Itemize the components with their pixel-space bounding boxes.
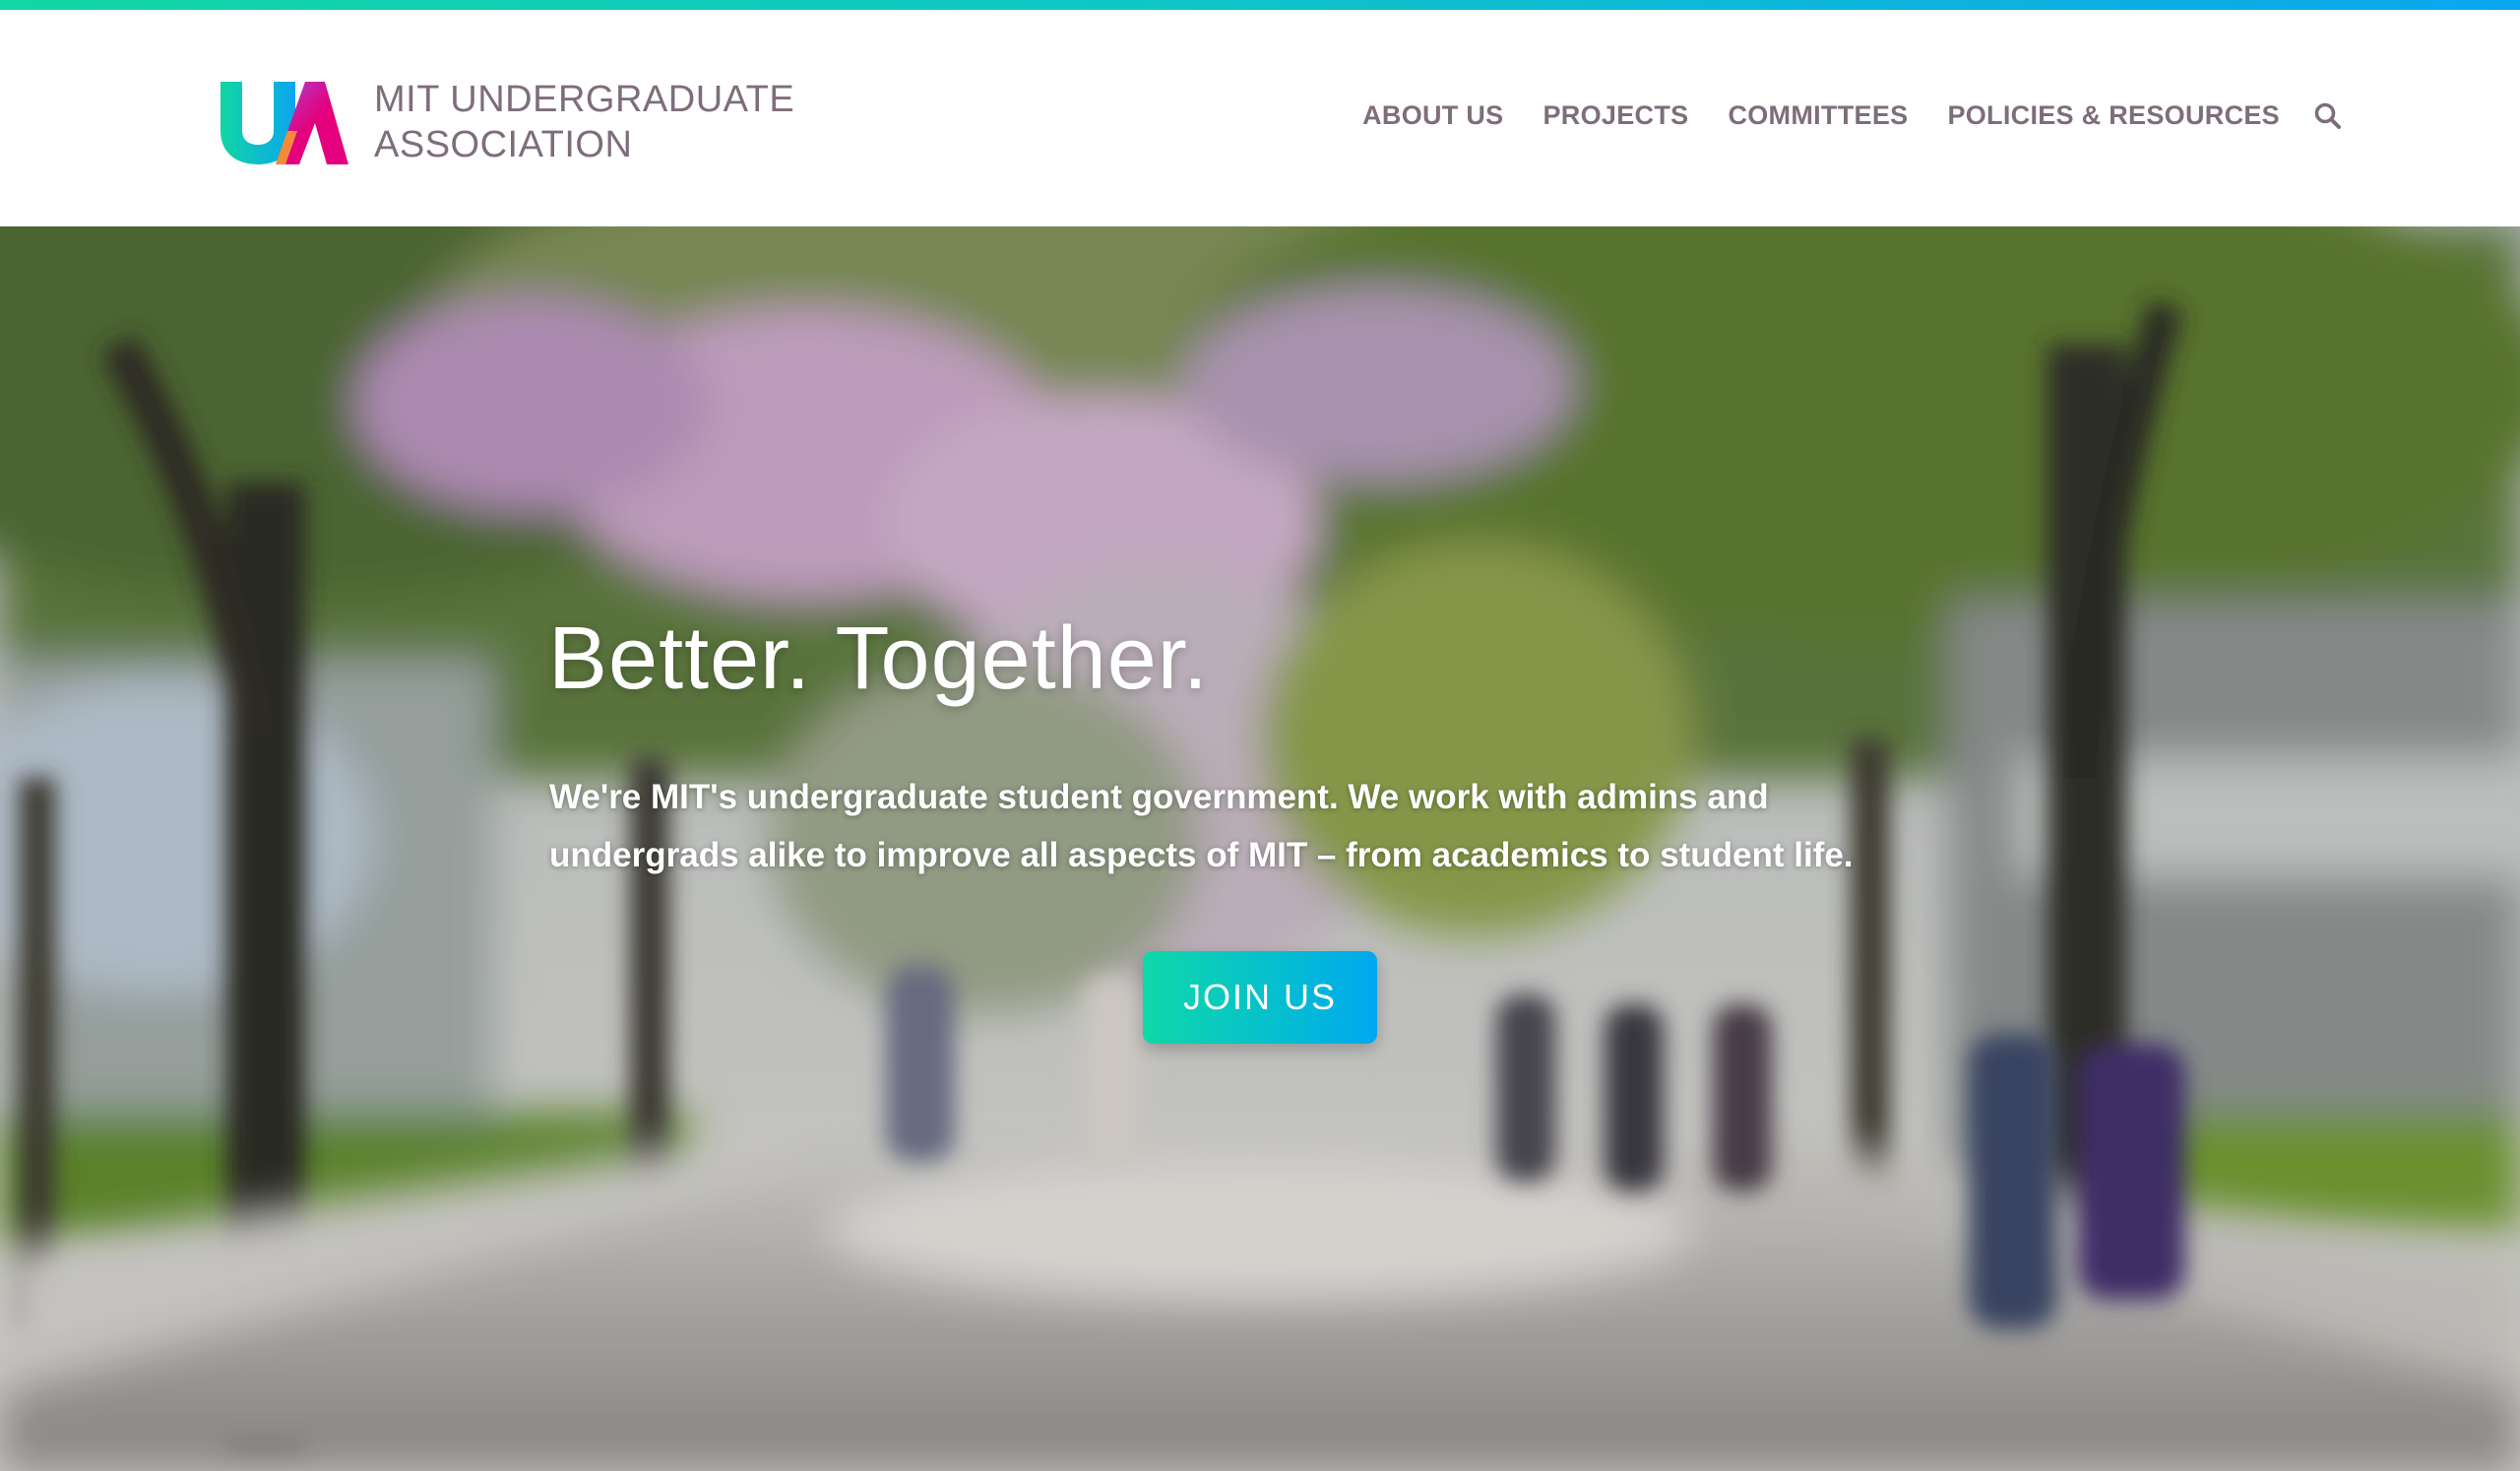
logo-line-1: MIT UNDERGRADUATE: [374, 79, 795, 120]
site-logo-link[interactable]: MIT UNDERGRADUATE ASSOCIATION: [219, 73, 794, 171]
search-icon: [2314, 102, 2341, 129]
hero-description: We're MIT's undergraduate student govern…: [549, 778, 1854, 874]
join-us-button[interactable]: JOIN US: [1143, 951, 1377, 1044]
logo-line-2: ASSOCIATION: [374, 124, 633, 165]
nav-item-committees[interactable]: COMMITTEES: [1728, 100, 1908, 131]
top-accent-bar: [0, 0, 2520, 10]
site-header: MIT UNDERGRADUATE ASSOCIATION ABOUT US P…: [0, 10, 2520, 226]
ua-logo-icon: [220, 82, 348, 164]
main-nav: ABOUT US PROJECTS COMMITTEES POLICIES & …: [1362, 100, 2343, 131]
logo-wordmark: MIT UNDERGRADUATE ASSOCIATION: [374, 77, 794, 167]
hero-section: Better. Together. We're MIT's undergradu…: [0, 226, 2520, 1471]
nav-item-projects[interactable]: PROJECTS: [1544, 100, 1689, 131]
search-button[interactable]: [2313, 101, 2343, 131]
hero-title: Better. Together.: [548, 609, 1209, 708]
nav-item-policies-resources[interactable]: POLICIES & RESOURCES: [1947, 100, 2280, 131]
nav-item-about-us[interactable]: ABOUT US: [1362, 100, 1503, 131]
